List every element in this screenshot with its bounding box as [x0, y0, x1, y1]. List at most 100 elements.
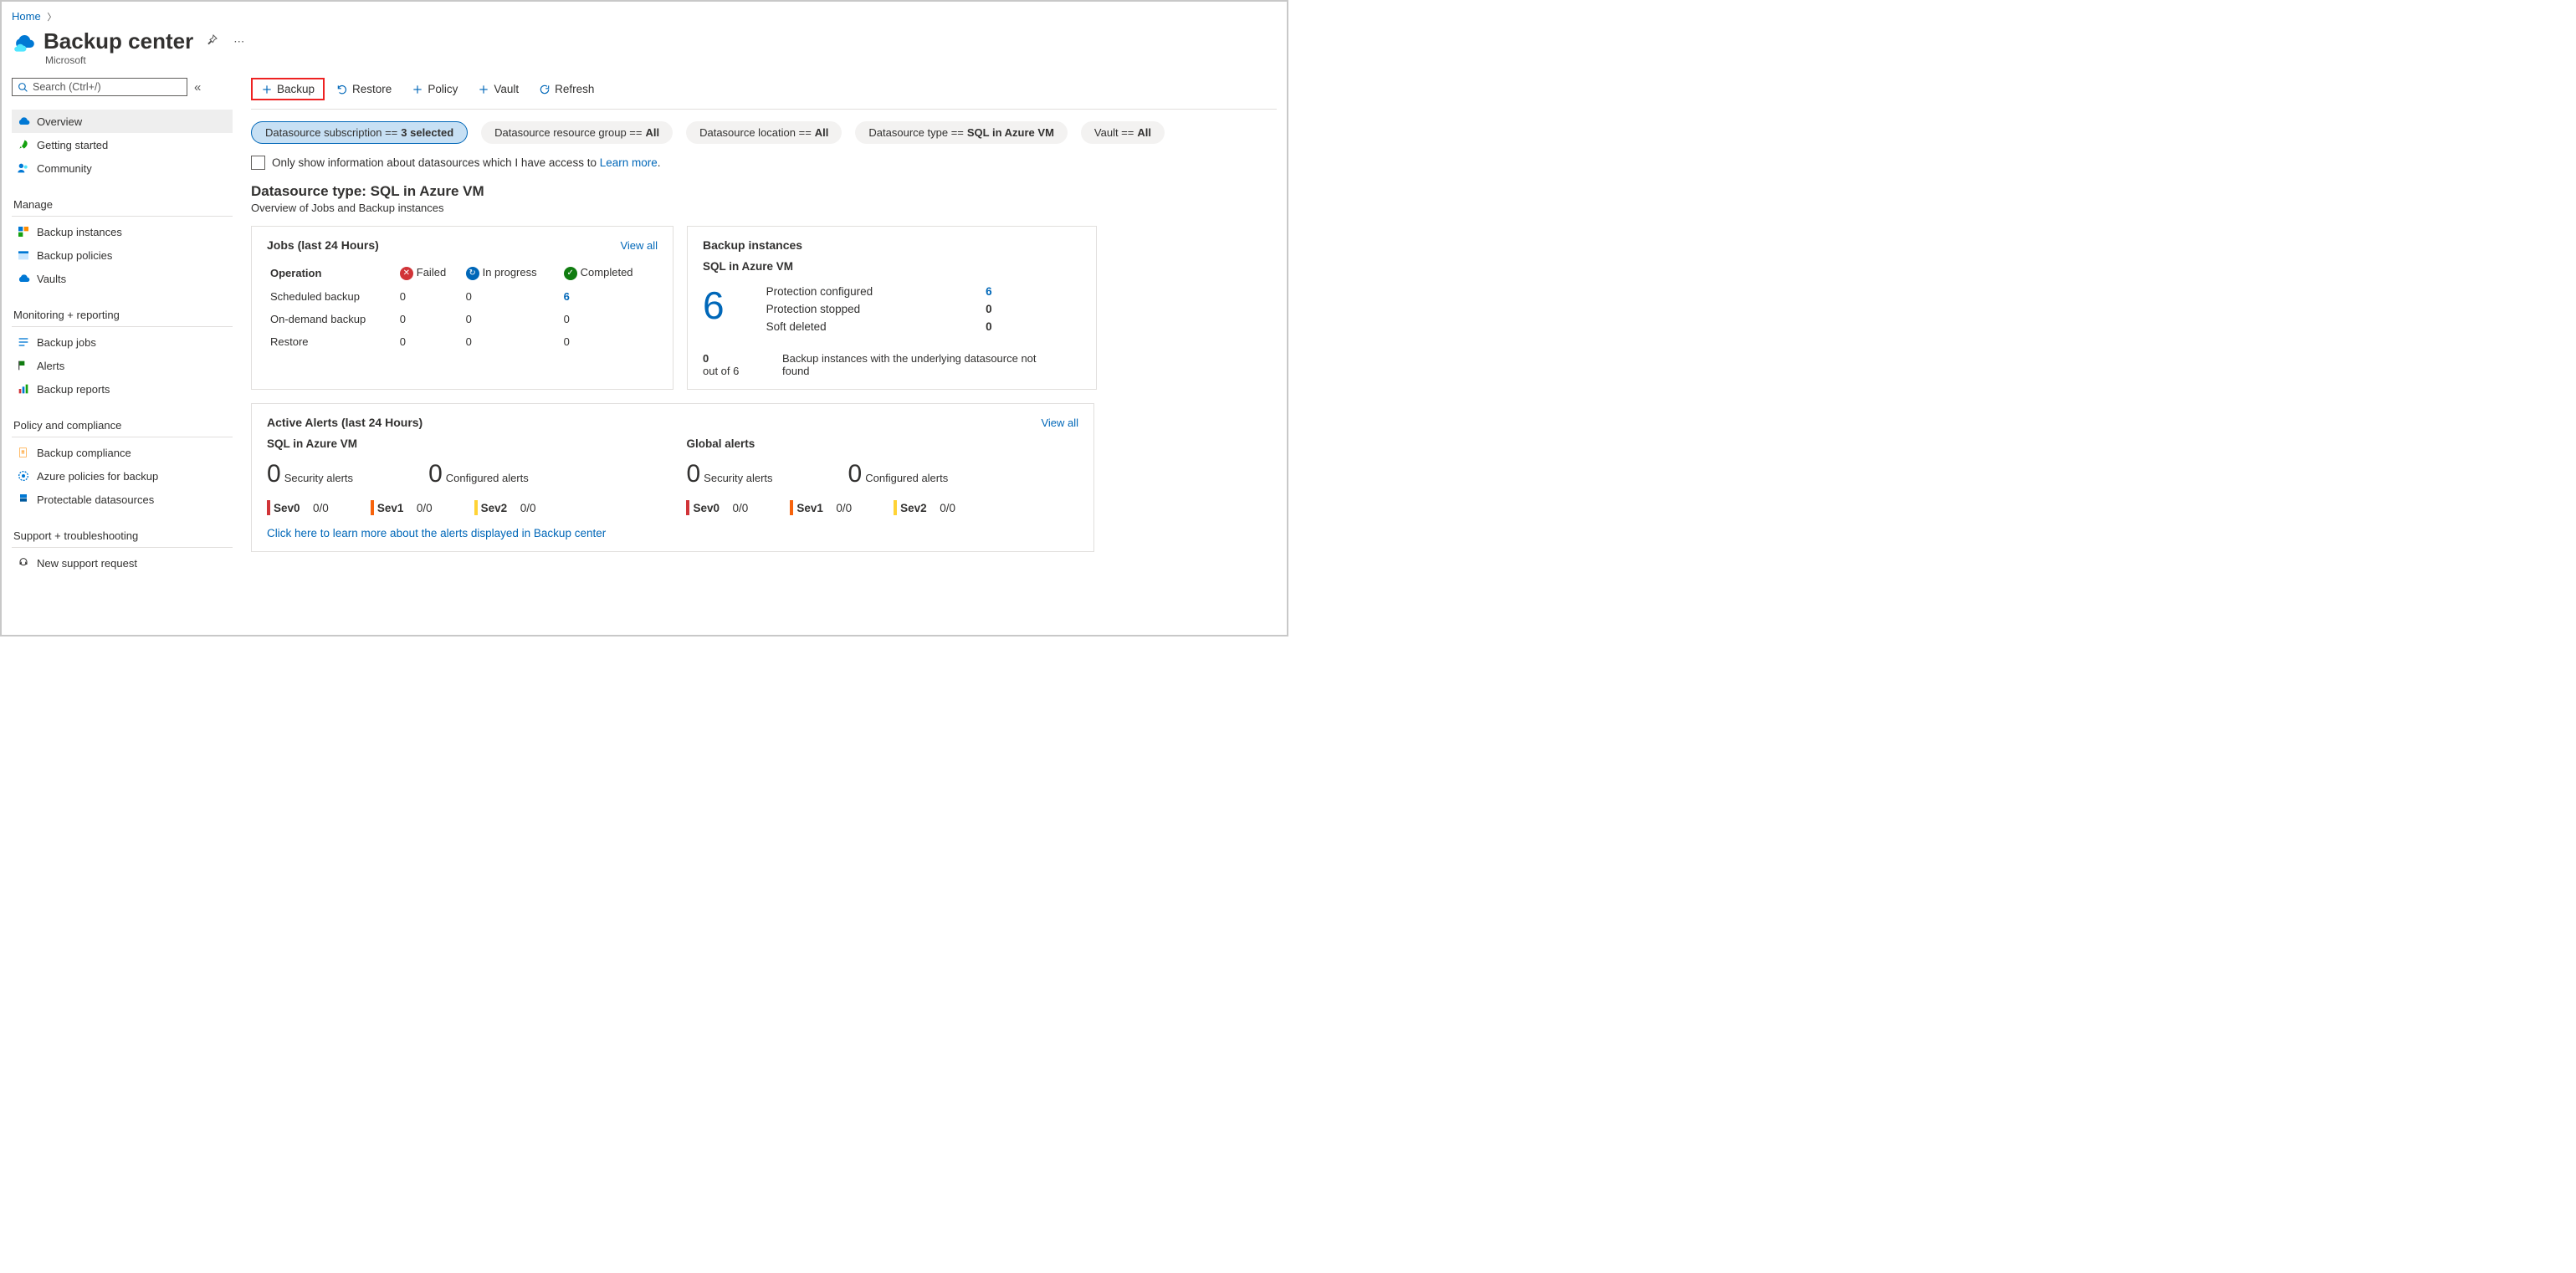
shield-icon — [17, 446, 30, 459]
sidebar-item-vaults[interactable]: Vaults — [12, 267, 233, 290]
restore-button[interactable]: Restore — [328, 79, 400, 100]
sidebar-item-azure-policies[interactable]: Azure policies for backup — [12, 464, 233, 488]
table-row: On-demand backup000 — [269, 309, 656, 330]
sidebar-item-label: Backup instances — [37, 226, 122, 238]
chevron-right-icon: 〉 — [47, 13, 56, 23]
instance-icon — [17, 225, 30, 238]
pill-resource-group[interactable]: Datasource resource group == All — [481, 121, 673, 144]
jobs-card-title: Jobs (last 24 Hours) — [267, 238, 379, 252]
metric-value: 0 — [986, 303, 992, 315]
refresh-icon — [539, 84, 551, 95]
page-title: Backup center — [44, 28, 193, 54]
jobs-view-all-link[interactable]: View all — [620, 239, 658, 252]
pill-datasource-type[interactable]: Datasource type == SQL in Azure VM — [855, 121, 1067, 144]
search-input[interactable]: Search (Ctrl+/) — [12, 78, 187, 96]
more-icon[interactable]: ⋯ — [230, 35, 248, 49]
alerts-view-all-link[interactable]: View all — [1041, 417, 1078, 429]
completed-icon: ✓ — [564, 267, 577, 280]
table-row: Scheduled backup006 — [269, 286, 656, 307]
sidebar-item-label: Backup reports — [37, 383, 110, 396]
sidebar-heading-policy: Policy and compliance — [12, 414, 233, 437]
sidebar-item-alerts[interactable]: Alerts — [12, 354, 233, 377]
sidebar-heading-manage: Manage — [12, 193, 233, 217]
sidebar-item-label: Alerts — [37, 360, 64, 372]
sidebar-item-getting-started[interactable]: Getting started — [12, 133, 233, 156]
security-alerts-count: 0Security alerts — [686, 460, 772, 488]
sev0-badge: Sev0 0/0 — [686, 500, 748, 515]
inprogress-icon: ↻ — [466, 267, 479, 280]
sev0-badge: Sev0 0/0 — [267, 500, 329, 515]
sev2-badge: Sev2 0/0 — [474, 500, 536, 515]
sidebar-item-backup-instances[interactable]: Backup instances — [12, 220, 233, 243]
sidebar-item-label: Vaults — [37, 273, 66, 285]
notfound-message: Backup instances with the underlying dat… — [782, 352, 1050, 377]
datasource-type-title: Datasource type: SQL in Azure VM — [251, 183, 1277, 200]
metric-label: Protection configured — [766, 285, 873, 298]
learn-more-link[interactable]: Learn more — [600, 156, 658, 169]
access-filter-checkbox[interactable] — [251, 156, 265, 170]
people-icon — [17, 161, 30, 175]
metric-label: Protection stopped — [766, 303, 861, 315]
sidebar: Search (Ctrl+/) « Overview Getting start… — [12, 78, 233, 575]
breadcrumb: Home 〉 — [12, 10, 1277, 23]
pin-icon[interactable] — [202, 33, 222, 49]
jobs-card: Jobs (last 24 Hours) View all Operation … — [251, 226, 673, 390]
pill-location[interactable]: Datasource location == All — [686, 121, 842, 144]
policy-button[interactable]: Policy — [403, 79, 466, 100]
search-icon — [18, 82, 28, 93]
sidebar-item-label: Backup policies — [37, 249, 112, 262]
server-icon — [17, 493, 30, 506]
pill-subscription[interactable]: Datasource subscription == 3 selected — [251, 121, 468, 144]
sidebar-item-label: Protectable datasources — [37, 493, 154, 506]
breadcrumb-home[interactable]: Home — [12, 10, 41, 23]
sidebar-item-protectable[interactable]: Protectable datasources — [12, 488, 233, 511]
failed-icon: ✕ — [400, 267, 413, 280]
cloud-icon — [17, 272, 30, 285]
plus-icon — [261, 84, 273, 95]
jobs-count-link[interactable]: 6 — [562, 286, 656, 307]
refresh-button[interactable]: Refresh — [530, 79, 602, 100]
configured-alerts-count: 0Configured alerts — [848, 460, 949, 488]
list-icon — [17, 335, 30, 349]
sidebar-item-overview[interactable]: Overview — [12, 110, 233, 133]
alerts-section-sql: SQL in Azure VM — [267, 437, 535, 450]
jobs-table: Operation ✕Failed ↻In progress ✓Complete… — [267, 260, 658, 354]
metric-value: 0 — [986, 320, 992, 333]
pill-vault[interactable]: Vault == All — [1081, 121, 1165, 144]
sidebar-item-label: Backup compliance — [37, 447, 131, 459]
instances-card: Backup instances SQL in Azure VM 6 Prote… — [687, 226, 1097, 390]
sev2-badge: Sev2 0/0 — [894, 500, 955, 515]
sidebar-item-backup-policies[interactable]: Backup policies — [12, 243, 233, 267]
instances-total: 6 — [703, 283, 725, 328]
col-failed: ✕Failed — [398, 262, 463, 284]
sidebar-heading-support: Support + troubleshooting — [12, 524, 233, 548]
metric-value-link[interactable]: 6 — [986, 285, 992, 298]
sidebar-item-backup-reports[interactable]: Backup reports — [12, 377, 233, 401]
security-alerts-count: 0Security alerts — [267, 460, 353, 488]
sev1-badge: Sev1 0/0 — [790, 500, 852, 515]
page-subtitle: Microsoft — [45, 54, 1277, 66]
instances-card-title: Backup instances — [703, 238, 1081, 252]
collapse-icon[interactable]: « — [194, 80, 201, 95]
metric-label: Soft deleted — [766, 320, 827, 333]
sidebar-item-backup-jobs[interactable]: Backup jobs — [12, 330, 233, 354]
sidebar-item-backup-compliance[interactable]: Backup compliance — [12, 441, 233, 464]
plus-icon — [478, 84, 489, 95]
col-operation: Operation — [269, 262, 397, 284]
configured-alerts-count: 0Configured alerts — [428, 460, 529, 488]
vault-button[interactable]: Vault — [469, 79, 527, 100]
notfound-outof: out of 6 — [703, 365, 740, 377]
sidebar-item-label: Azure policies for backup — [37, 470, 158, 483]
backup-button[interactable]: Backup — [251, 78, 325, 100]
rocket-icon — [17, 138, 30, 151]
col-completed: ✓Completed — [562, 262, 656, 284]
notfound-count: 0 — [703, 352, 740, 365]
checkbox-label: Only show information about datasources … — [272, 156, 661, 169]
sidebar-item-label: Overview — [37, 115, 82, 128]
alerts-learn-more-link[interactable]: Click here to learn more about the alert… — [267, 527, 1078, 539]
sidebar-item-label: Backup jobs — [37, 336, 96, 349]
table-row: Restore000 — [269, 331, 656, 352]
sidebar-item-community[interactable]: Community — [12, 156, 233, 180]
sidebar-item-support-request[interactable]: New support request — [12, 551, 233, 575]
sidebar-item-label: New support request — [37, 557, 137, 570]
